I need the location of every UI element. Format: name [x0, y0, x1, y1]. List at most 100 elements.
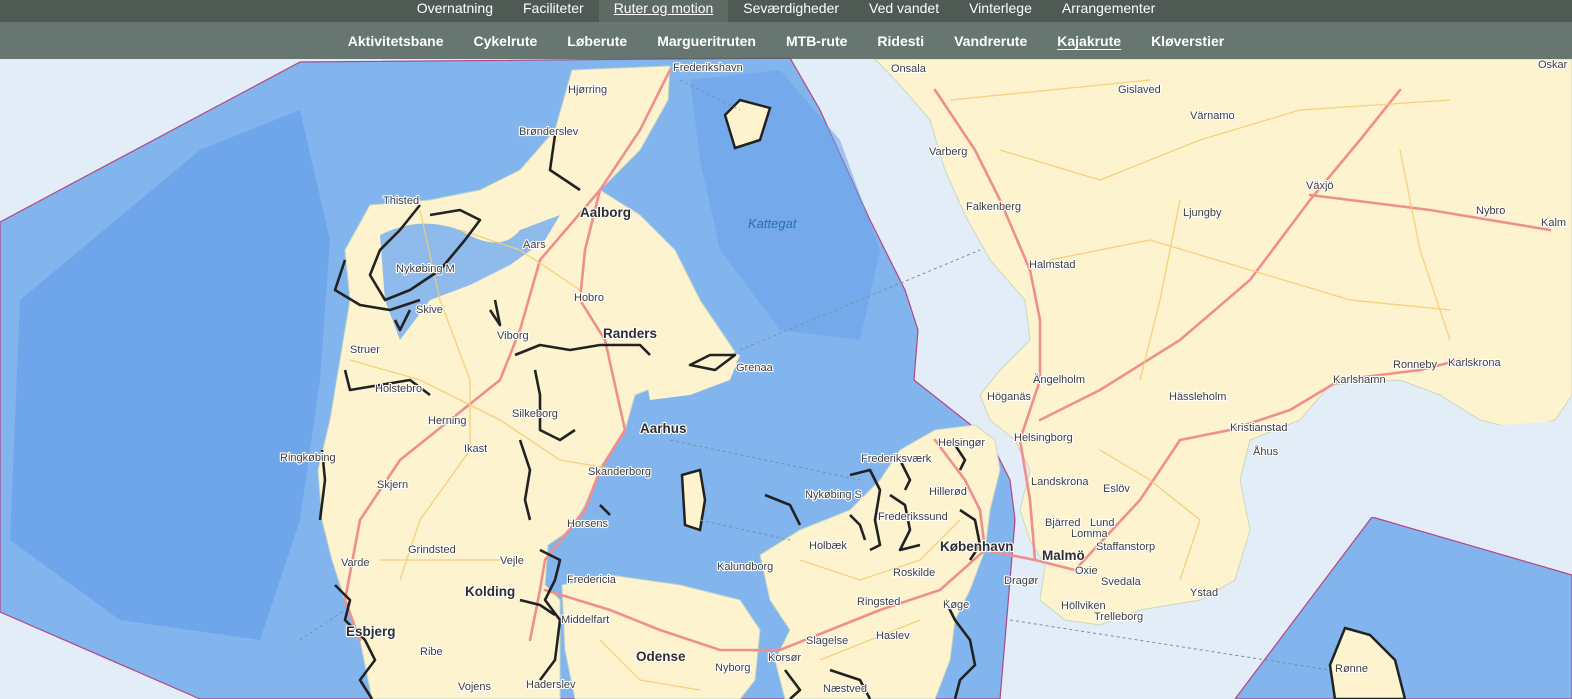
town-label: Thisted — [383, 195, 419, 207]
town-label: Växjö — [1306, 180, 1334, 192]
town-label: Ribe — [420, 646, 443, 658]
route-map[interactable]: Kattegat Aalborg Randers Aarhus Kolding … — [0, 0, 1572, 699]
city-label: Kolding — [465, 584, 515, 599]
town-label: Eslöv — [1103, 483, 1130, 495]
town-label: Nykøbing S — [805, 489, 862, 501]
town-label: Næstved — [823, 683, 867, 695]
town-label: Halmstad — [1029, 259, 1075, 271]
town-label: Struer — [350, 344, 380, 356]
town-label: Svedala — [1101, 576, 1142, 588]
town-label: Skanderborg — [588, 466, 651, 478]
town-label: Höganäs — [987, 391, 1032, 403]
nav-item-faciliteter[interactable]: Faciliteter — [508, 0, 599, 22]
town-label: Hjørring — [568, 84, 607, 96]
town-label: Korsør — [768, 652, 801, 664]
town-label: Ystad — [1190, 587, 1218, 599]
town-label: Nyborg — [715, 662, 750, 674]
town-label: Varde — [341, 557, 370, 569]
subnav-item-kloeverstier[interactable]: Kløverstier — [1136, 33, 1239, 49]
town-label: Frederikshavn — [673, 62, 743, 74]
town-label: Karlshamn — [1333, 374, 1386, 386]
town-label: Brønderslev — [519, 126, 579, 138]
town-label: Kalundborg — [717, 561, 773, 573]
nav-item-ved-vandet[interactable]: Ved vandet — [854, 0, 954, 22]
town-label: Middelfart — [561, 614, 609, 626]
town-label: Onsala — [891, 63, 927, 75]
town-label: Helsingborg — [1014, 432, 1073, 444]
sea-label-kattegat: Kattegat — [748, 216, 798, 231]
town-label: Holstebro — [375, 383, 422, 395]
town-label: Ljungby — [1183, 207, 1222, 219]
town-label: Viborg — [497, 330, 529, 342]
city-label: Malmö — [1042, 548, 1085, 563]
city-label: Esbjerg — [346, 624, 396, 639]
town-label: Kalm — [1541, 217, 1566, 229]
city-label: Randers — [603, 326, 657, 341]
town-label: Silkeborg — [512, 408, 558, 420]
town-label: Skive — [416, 304, 443, 316]
nav-item-sevaerdigheder[interactable]: Seværdigheder — [728, 0, 854, 22]
subnav-item-cykelrute[interactable]: Cykelrute — [458, 33, 552, 49]
town-label: Ringsted — [857, 596, 900, 608]
city-label: Aarhus — [640, 421, 687, 436]
town-label: Hässleholm — [1169, 391, 1226, 403]
nav-item-arrangementer[interactable]: Arrangementer — [1047, 0, 1170, 22]
city-label: København — [940, 539, 1014, 554]
primary-category-nav: Overnatning Faciliteter Ruter og motion … — [0, 0, 1572, 22]
subnav-item-margueritruten[interactable]: Margueritruten — [642, 33, 771, 49]
town-label: Grindsted — [408, 544, 456, 556]
town-label: Fredericia — [567, 574, 617, 586]
route-type-nav: Aktivitetsbane Cykelrute Løberute Margue… — [0, 22, 1572, 59]
town-label: Gislaved — [1118, 84, 1161, 96]
subnav-item-mtb-rute[interactable]: MTB-rute — [771, 33, 862, 49]
nav-item-ruter-og-motion[interactable]: Ruter og motion — [598, 0, 729, 22]
town-label: Hobro — [574, 292, 604, 304]
town-label: Herning — [428, 415, 467, 427]
town-label: Lomma — [1071, 528, 1109, 540]
town-label: Nybro — [1476, 205, 1505, 217]
subnav-item-ridesti[interactable]: Ridesti — [862, 33, 939, 49]
town-label: Haderslev — [526, 679, 576, 691]
city-label: Aalborg — [580, 205, 631, 220]
town-label: Landskrona — [1031, 476, 1089, 488]
city-label: Odense — [636, 649, 686, 664]
town-label: Ikast — [464, 443, 487, 455]
town-label: Falkenberg — [966, 201, 1021, 213]
town-label: Dragør — [1004, 575, 1039, 587]
town-label: Haslev — [876, 630, 910, 642]
town-label: Grenaa — [736, 362, 774, 374]
town-label: Åhus — [1253, 445, 1279, 458]
town-label: Hillerød — [929, 486, 967, 498]
subnav-item-kajakrute[interactable]: Kajakrute — [1042, 33, 1136, 49]
town-label: Kristianstad — [1230, 422, 1287, 434]
town-label: Vojens — [458, 681, 492, 693]
town-label: Ringkøbing — [280, 452, 336, 464]
town-label: Oskar — [1538, 59, 1568, 71]
town-label: Rønne — [1335, 663, 1368, 675]
town-label: Ronneby — [1393, 359, 1438, 371]
town-label: Staffanstorp — [1096, 541, 1155, 553]
town-label: Vejle — [500, 555, 524, 567]
town-label: Slagelse — [806, 635, 848, 647]
town-label: Värnamo — [1190, 110, 1235, 122]
town-label: Horsens — [567, 518, 608, 530]
subnav-item-loeberute[interactable]: Løberute — [552, 33, 642, 49]
town-label: Karlskrona — [1448, 357, 1501, 369]
town-label: Helsingør — [938, 437, 985, 449]
island-samso — [680, 468, 707, 532]
subnav-item-aktivitetsbane[interactable]: Aktivitetsbane — [333, 33, 459, 49]
town-label: Køge — [943, 599, 969, 611]
town-label: Oxie — [1075, 565, 1098, 577]
town-label: Ängelholm — [1033, 374, 1085, 386]
town-label: Frederiksværk — [861, 453, 932, 465]
town-label: Frederikssund — [878, 511, 948, 523]
town-label: Skjern — [377, 479, 408, 491]
nav-item-vinterlege[interactable]: Vinterlege — [954, 0, 1047, 22]
subnav-item-vandrerute[interactable]: Vandrerute — [939, 33, 1042, 49]
map-app: Kattegat Aalborg Randers Aarhus Kolding … — [0, 0, 1572, 699]
town-label: Trelleborg — [1094, 611, 1143, 623]
nav-item-overnatning[interactable]: Overnatning — [402, 0, 508, 22]
town-label: Aars — [523, 239, 546, 251]
town-label: Roskilde — [893, 567, 935, 579]
town-label: Holbæk — [809, 540, 847, 552]
